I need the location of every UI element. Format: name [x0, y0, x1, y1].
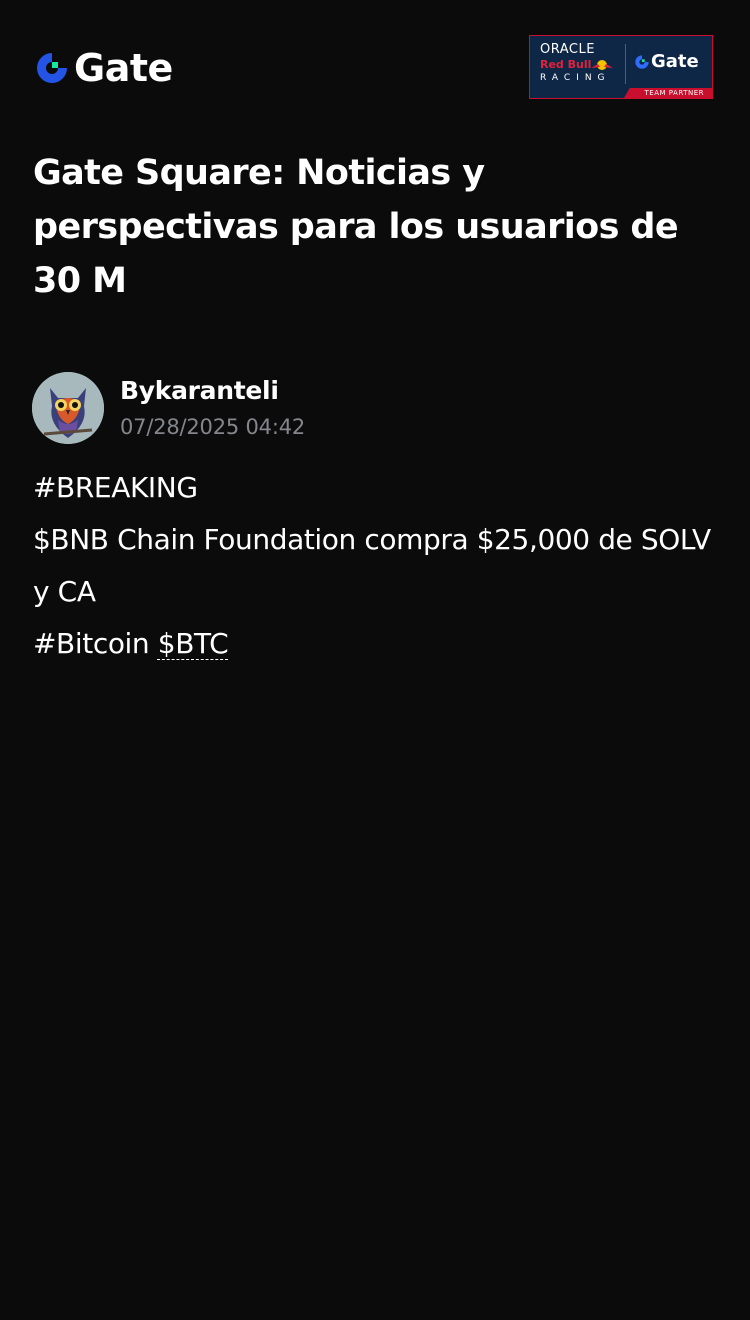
page-title: Gate Square: Noticias y perspectivas par… — [33, 153, 679, 301]
racing-label: RACING — [540, 73, 611, 83]
post-timestamp: 07/28/2025 04:42 — [120, 415, 306, 439]
gate-logo[interactable]: Gate — [34, 48, 173, 88]
top-bar: Gate ORACLE Red Bull RACING Gate TEAM PA… — [0, 0, 750, 130]
post-text: $BNB Chain Foundation compra $25,000 de … — [33, 523, 711, 608]
gate-logo-wordmark: Gate — [74, 46, 173, 90]
ticker-btc-link[interactable]: $BTC — [158, 627, 229, 660]
author-block: Bykaranteli 07/28/2025 04:42 — [32, 371, 305, 445]
hashtag-bitcoin[interactable]: #Bitcoin — [33, 627, 158, 660]
badge-gate-wordmark: Gate — [651, 51, 699, 72]
hashtag-breaking[interactable]: #BREAKING — [33, 462, 723, 514]
gate-logo-icon — [37, 53, 67, 83]
red-bull-icon — [591, 60, 613, 70]
badge-divider — [625, 44, 626, 84]
owl-avatar-icon — [32, 372, 104, 444]
post-body: #BREAKING $BNB Chain Foundation compra $… — [33, 462, 723, 670]
author-meta: Bykaranteli 07/28/2025 04:42 — [120, 374, 305, 442]
team-partner-label: TEAM PARTNER — [644, 89, 704, 97]
post-last-line: #Bitcoin $BTC — [33, 618, 723, 670]
gate-mini-icon — [635, 54, 649, 69]
owl-avatar[interactable] — [32, 372, 104, 444]
oracle-redbull-partner-badge[interactable]: ORACLE Red Bull RACING Gate TEAM PARTNER — [529, 35, 713, 99]
redbull-label: Red Bull — [540, 58, 592, 71]
badge-gate-logo: Gate — [634, 51, 699, 72]
author-name[interactable]: Bykaranteli — [120, 374, 305, 408]
oracle-label: ORACLE — [540, 42, 595, 57]
